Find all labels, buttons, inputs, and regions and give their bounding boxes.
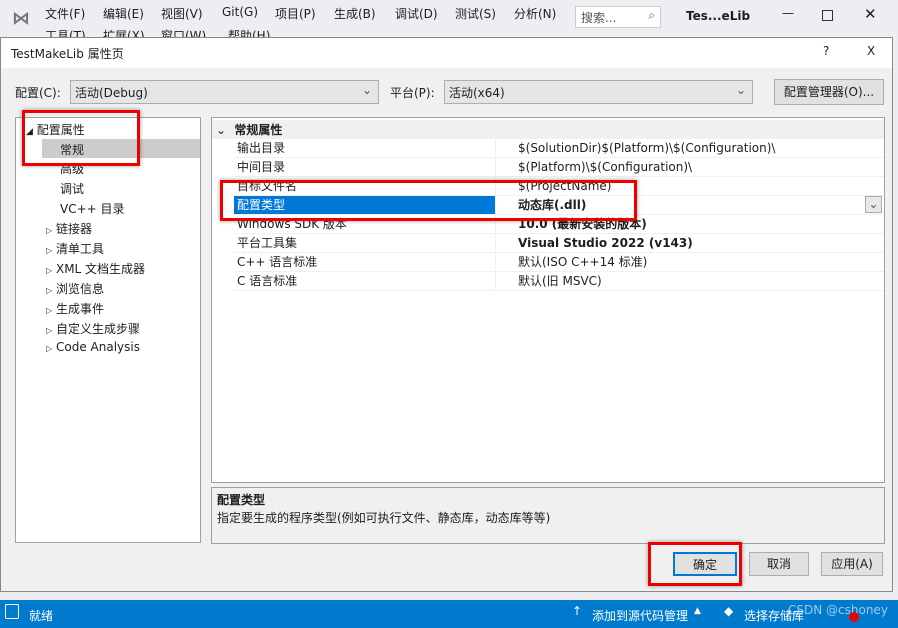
notification-badge-icon	[849, 612, 859, 622]
menu-file[interactable]: 文件(F)	[45, 5, 85, 22]
search-box[interactable]: 搜索... ⌕	[575, 6, 661, 28]
add-to-source-control[interactable]: 添加到源代码管理	[592, 607, 688, 624]
menu-view[interactable]: 视图(V)	[161, 5, 203, 22]
close-window-button[interactable]: ✕	[864, 5, 877, 23]
platform-select[interactable]: 活动(x64) ⌄	[444, 80, 753, 104]
highlight-box-config-type	[220, 180, 637, 221]
config-select[interactable]: 活动(Debug) ⌄	[70, 80, 379, 104]
highlight-box-ok	[648, 542, 742, 586]
search-icon: ⌕	[648, 8, 655, 22]
collapsed-triangle-icon: ▷	[46, 246, 53, 255]
tree-item-xml-doc[interactable]: ▷ XML 文档生成器	[46, 260, 145, 277]
menu-build[interactable]: 生成(B)	[334, 5, 376, 22]
platform-label: 平台(P):	[390, 86, 435, 100]
tree-label: 生成事件	[55, 302, 104, 316]
tree-item-debugging[interactable]: 调试	[60, 180, 84, 197]
tree-item-vc-dirs[interactable]: VC++ 目录	[60, 200, 125, 217]
property-label: C++ 语言标准	[234, 253, 496, 271]
caret-up-icon: ▲	[694, 606, 701, 616]
menu-git[interactable]: Git(G)	[222, 5, 258, 19]
tree-item-browse[interactable]: ▷ 浏览信息	[46, 280, 104, 297]
menu-debug[interactable]: 调试(D)	[395, 5, 438, 22]
apply-button[interactable]: 应用(A)	[821, 552, 883, 576]
ide-title: Tes...eLib	[686, 9, 751, 23]
collapsed-triangle-icon: ▷	[46, 306, 53, 315]
chevron-down-icon: ⌄	[735, 83, 746, 97]
property-label: 输出目录	[234, 139, 496, 157]
chevron-down-icon: ⌄	[216, 123, 227, 137]
vs-logo-icon: ⋈	[12, 8, 30, 29]
minimize-button[interactable]: —	[782, 6, 794, 20]
property-row[interactable]: 平台工具集 Visual Studio 2022 (v143)	[234, 234, 884, 253]
cancel-button[interactable]: 取消	[749, 552, 809, 576]
tree-item-build-events[interactable]: ▷ 生成事件	[46, 300, 104, 317]
collapsed-triangle-icon: ▷	[46, 226, 53, 235]
tree-label: 清单工具	[55, 242, 104, 256]
section-title: 常规属性	[234, 123, 283, 137]
description-title: 配置类型	[217, 493, 266, 507]
collapsed-triangle-icon: ▷	[46, 266, 53, 275]
tree-label: 链接器	[55, 222, 92, 236]
description-panel: 配置类型 指定要生成的程序类型(例如可执行文件、静态库，动态库等等)	[211, 487, 885, 544]
menu-project[interactable]: 项目(P)	[275, 5, 316, 22]
arrow-up-icon: ↑	[572, 604, 583, 618]
dialog-close-button[interactable]: X	[867, 44, 875, 58]
help-button[interactable]: ?	[823, 44, 829, 58]
property-row[interactable]: 输出目录 $(SolutionDir)$(Platform)\$(Configur…	[234, 139, 884, 158]
collapsed-triangle-icon: ▷	[46, 344, 53, 353]
dialog-title: TestMakeLib 属性页	[11, 47, 124, 61]
property-value: $(Platform)\$(Configuration)\	[518, 160, 693, 174]
git-icon: ◆	[724, 604, 734, 618]
property-label: C 语言标准	[234, 272, 496, 290]
config-value: 活动(Debug)	[75, 86, 148, 100]
search-placeholder: 搜索...	[581, 11, 617, 25]
platform-value: 活动(x64)	[449, 86, 505, 100]
menu-analyze[interactable]: 分析(N)	[514, 5, 556, 22]
config-manager-button[interactable]: 配置管理器(O)...	[774, 79, 884, 105]
tree-label: 浏览信息	[55, 282, 104, 296]
description-text: 指定要生成的程序类型(例如可执行文件、静态库，动态库等等)	[217, 511, 551, 525]
property-label: 平台工具集	[234, 234, 496, 252]
tree-item-linker[interactable]: ▷ 链接器	[46, 220, 92, 237]
property-value: 默认(旧 MSVC)	[518, 274, 602, 288]
maximize-button[interactable]	[822, 10, 833, 21]
tree-label: XML 文档生成器	[55, 262, 146, 276]
property-value: 默认(ISO C++14 标准)	[518, 255, 648, 269]
config-label: 配置(C):	[15, 86, 61, 100]
collapsed-triangle-icon: ▷	[46, 326, 53, 335]
property-row[interactable]: C 语言标准 默认(旧 MSVC)	[234, 272, 884, 291]
chevron-down-icon: ⌄	[361, 83, 372, 97]
menu-edit[interactable]: 编辑(E)	[103, 5, 144, 22]
tree-label: 自定义生成步骤	[55, 322, 140, 336]
property-value: Visual Studio 2022 (v143)	[518, 236, 693, 250]
property-value: $(SolutionDir)$(Platform)\$(Configuratio…	[518, 141, 776, 155]
section-header[interactable]: ⌄ 常规属性	[212, 120, 884, 139]
property-row[interactable]: 中间目录 $(Platform)\$(Configuration)\	[234, 158, 884, 177]
status-bar: 就绪 ↑ 添加到源代码管理 ▲ ◆ 选择存储库 CSDN @cshoney	[0, 600, 898, 628]
watermark: CSDN @cshoney	[788, 603, 888, 617]
value-dropdown-button[interactable]: ⌄	[865, 196, 882, 213]
collapsed-triangle-icon: ▷	[46, 286, 53, 295]
menu-test[interactable]: 测试(S)	[455, 5, 496, 22]
property-tree: ◢ 配置属性 常规 高级 调试 VC++ 目录 ▷ 链接器 ▷ 清单工具 ▷ X…	[15, 117, 201, 543]
status-ready: 就绪	[29, 609, 54, 623]
tree-item-code-analysis[interactable]: ▷ Code Analysis	[46, 340, 140, 354]
tree-label: Code Analysis	[55, 340, 140, 354]
tree-item-manifest[interactable]: ▷ 清单工具	[46, 240, 104, 257]
property-grid: ⌄ 常规属性 输出目录 $(SolutionDir)$(Platform)\$(C…	[211, 117, 885, 483]
highlight-box-tree	[22, 110, 140, 166]
property-row[interactable]: C++ 语言标准 默认(ISO C++14 标准)	[234, 253, 884, 272]
notification-icon	[5, 604, 19, 619]
dialog-titlebar: TestMakeLib 属性页 ? X	[1, 38, 892, 68]
property-label: 中间目录	[234, 158, 496, 176]
tree-item-custom-build[interactable]: ▷ 自定义生成步骤	[46, 320, 140, 337]
